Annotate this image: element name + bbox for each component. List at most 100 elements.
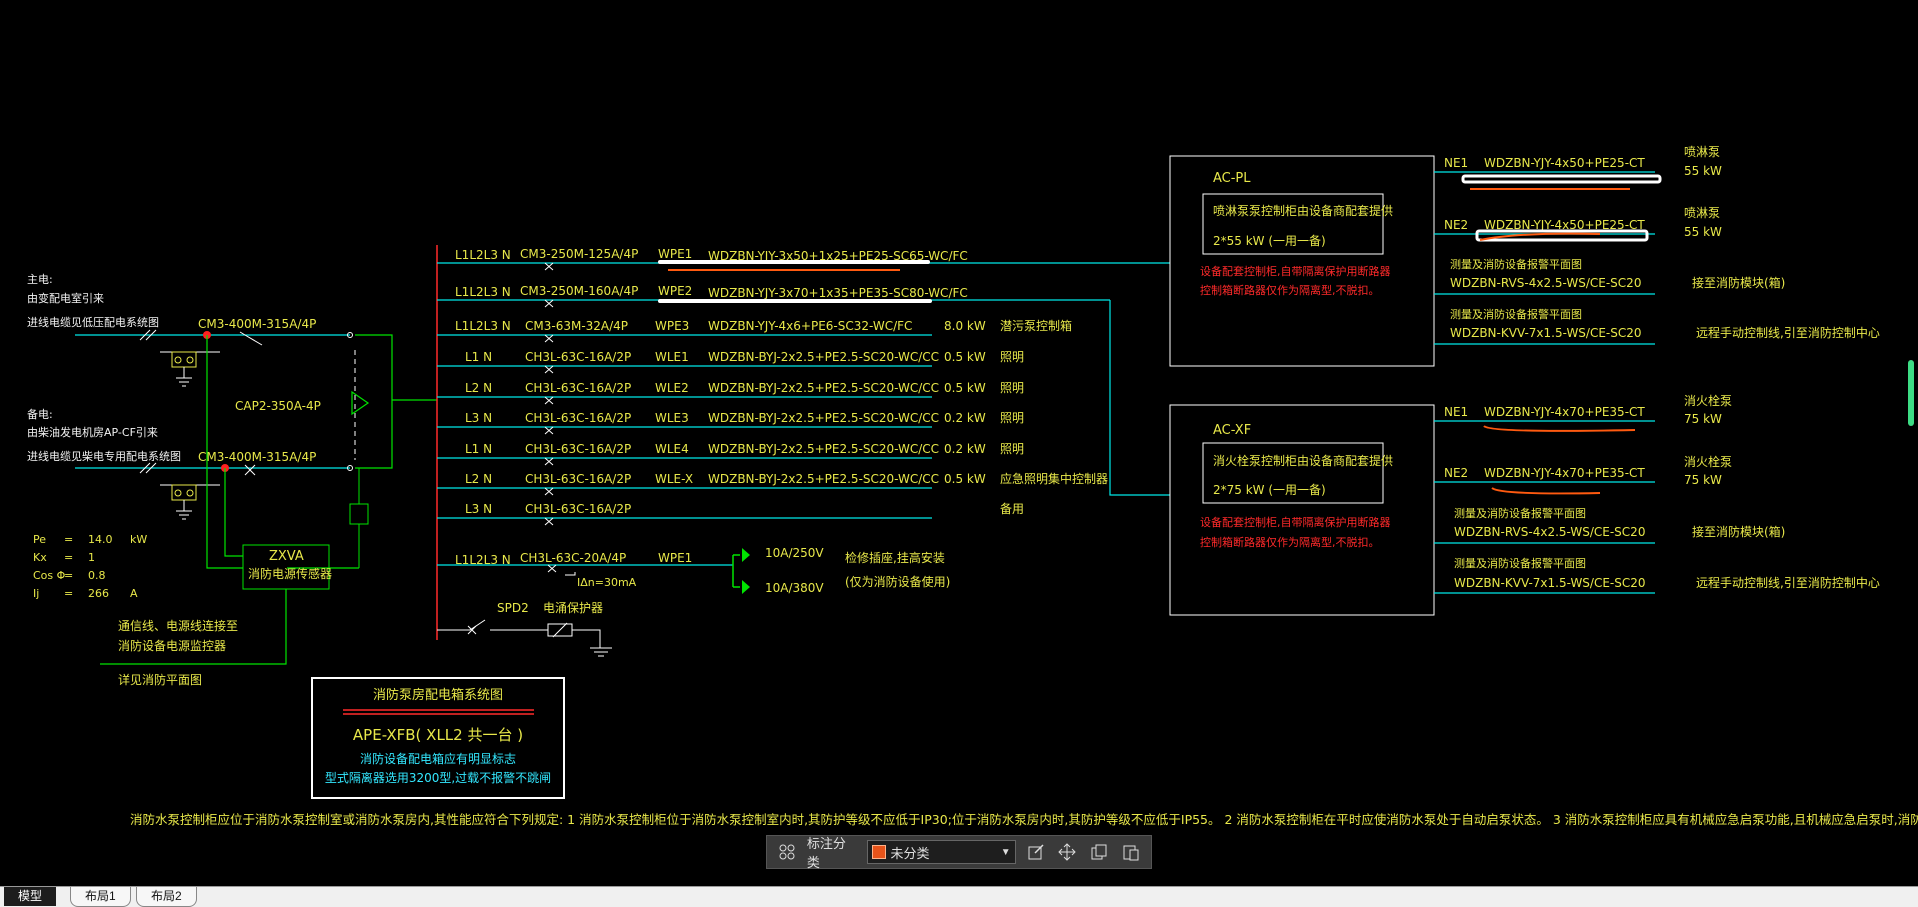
breaker-symbol (544, 396, 554, 405)
svg-text:设备配套控制柜,自带隔离保护用断路器: 设备配套控制柜,自带隔离保护用断路器 (1200, 515, 1391, 529)
chevron-down-icon: ▼ (1000, 846, 1011, 858)
source-section: 主电: 由变配电室引来 进线电缆见低压配电系统图 备电: 由柴油发电机房AP-C… (27, 273, 437, 687)
circuit-row-6[interactable]: L3 N CH3L-63C-16A/2P WLE3 WDZBN-BYJ-2x2.5+P… (437, 411, 1024, 435)
main-ct-box (171, 351, 197, 368)
feeder-to-xf (1109, 300, 1170, 496)
svg-text:A: A (130, 587, 138, 600)
svg-text:消防设备配电箱应有明显标志: 消防设备配电箱应有明显标志 (360, 751, 516, 766)
circuit-row-8[interactable]: L2 N CH3L-63C-16A/2P WLE-X WDZBN-BYJ-2x2.5+… (437, 471, 1108, 496)
edit-icon[interactable] (1024, 840, 1048, 864)
svg-text:kW: kW (130, 533, 147, 546)
load-value: 8.0 kW (944, 319, 986, 333)
svg-text:喷淋泵: 喷淋泵 (1684, 206, 1720, 220)
phase-label: L1L2L3 N (455, 319, 511, 333)
svg-text:L1L2L3 N: L1L2L3 N (455, 248, 511, 262)
svg-text:WPE2: WPE2 (658, 284, 692, 298)
cable-spec: WDZBN-BYJ-2x2.5+PE2.5-SC20-WC/CC (708, 442, 939, 456)
phase-label: L3 N (465, 502, 492, 516)
svg-text:IΔn=30mA: IΔn=30mA (577, 576, 637, 589)
svg-text:0.8: 0.8 (88, 569, 106, 582)
svg-text:喷淋泵: 喷淋泵 (1684, 145, 1720, 159)
svg-text:检修插座,挂高安装: 检修插座,挂高安装 (845, 550, 945, 565)
circuit-row-9[interactable]: L3 N CH3L-63C-16A/2P 备用 (437, 502, 1024, 526)
backup-source-line1: 由柴油发电机房AP-CF引来 (27, 425, 158, 439)
svg-text:WDZBN-YJY-4x70+PE35-CT: WDZBN-YJY-4x70+PE35-CT (1484, 405, 1645, 419)
monitor-title: ZXVA (269, 549, 304, 564)
svg-text:远程手动控制线,引至消防控制中心: 远程手动控制线,引至消防控制中心 (1696, 325, 1880, 340)
grid-menu-icon[interactable] (775, 840, 799, 864)
annotation-toolbar: 标注分类 未分类 ▼ (766, 835, 1152, 870)
circuit-row-2[interactable]: L1L2L3 N CM3-250M-160A/4P WPE2 WDZBN-YJY… (437, 284, 1110, 308)
phase-label: L2 N (465, 472, 492, 486)
copy-icon[interactable] (1087, 840, 1111, 864)
panel-ac-xf[interactable]: AC-XF 消火栓泵控制柜由设备商配套提供 2*75 kW (一用一备) 设备配… (1169, 393, 1880, 616)
svg-text:L1L2L3 N: L1L2L3 N (455, 553, 511, 567)
category-label: 标注分类 (806, 836, 846, 870)
circuit-row-7[interactable]: L1 N CH3L-63C-16A/2P WLE4 WDZBN-BYJ-2x2.5+P… (437, 442, 1024, 466)
load-desc: 照明 (1000, 411, 1024, 425)
spd-circuit[interactable]: SPD2 电涌保护器 (437, 601, 612, 657)
svg-text:CM3-250M-160A/4P: CM3-250M-160A/4P (520, 284, 638, 298)
breaker-symbol (544, 426, 554, 435)
load-value: 0.5 kW (944, 472, 986, 486)
tab-model[interactable]: 模型 (4, 887, 57, 906)
svg-text:CM3-250M-125A/4P: CM3-250M-125A/4P (520, 247, 638, 261)
breaker-label: CM3-63M-32A/4P (525, 319, 628, 333)
circuit-row-3[interactable]: L1L2L3 N CM3-63M-32A/4P WPE3 WDZBN-YJY-4x6+… (437, 318, 1072, 343)
circuit-id: WLE3 (655, 411, 689, 425)
cable-spec: WDZBN-BYJ-2x2.5+PE2.5-SC20-WC/CC (708, 350, 939, 364)
phase-label: L1 N (465, 350, 492, 364)
svg-text:WDZBN-YJY-3x70+1x35+PE35-SC80-: WDZBN-YJY-3x70+1x35+PE35-SC80-WC/FC (708, 286, 968, 300)
load-desc: 备用 (1000, 502, 1024, 516)
category-dropdown[interactable]: 未分类 ▼ (866, 840, 1016, 864)
category-color-swatch (871, 845, 886, 859)
tab-layout2[interactable]: 布局2 (136, 887, 197, 907)
svg-text:接至消防模块(箱): 接至消防模块(箱) (1692, 275, 1785, 290)
panel-ac-pl[interactable]: AC-PL 喷淋泵泵控制柜由设备商配套提供 2*55 kW (一用一备) 设备配… (1169, 145, 1880, 367)
title-block[interactable]: 消防泵房配电箱系统图 APE-XFB( XLL2 共一台 ) 消防设备配电箱应有… (311, 677, 565, 799)
svg-text:10A/250V: 10A/250V (765, 546, 824, 560)
svg-text:14.0: 14.0 (88, 533, 113, 546)
svg-text:NE2: NE2 (1444, 466, 1468, 480)
svg-text:电涌保护器: 电涌保护器 (543, 601, 603, 615)
circuit-id: WLE4 (655, 442, 689, 456)
cable-spec: WDZBN-BYJ-2x2.5+PE2.5-SC20-WC/CC (708, 381, 939, 395)
svg-text:消防泵房配电箱系统图: 消防泵房配电箱系统图 (373, 687, 503, 703)
main-source-line2: 进线电缆见低压配电系统图 (27, 315, 159, 329)
load-desc: 照明 (1000, 442, 1024, 456)
breaker-label: CH3L-63C-16A/2P (525, 350, 631, 364)
paste-icon[interactable] (1119, 840, 1143, 864)
svg-text:WDZBN-KVV-7x1.5-WS/CE-SC20: WDZBN-KVV-7x1.5-WS/CE-SC20 (1450, 326, 1642, 340)
ats-controller (349, 503, 369, 525)
cable-spec: WDZBN-BYJ-2x2.5+PE2.5-SC20-WC/CC (708, 411, 939, 425)
category-selected: 未分类 (890, 845, 930, 861)
svg-text:SPD2: SPD2 (497, 601, 529, 615)
circuit-row-5[interactable]: L2 N CH3L-63C-16A/2P WLE2 WDZBN-BYJ-2x2.5+P… (437, 381, 1024, 405)
breaker-label: CH3L-63C-16A/2P (525, 411, 631, 425)
vertical-scroll-indicator[interactable] (1908, 360, 1914, 426)
breaker-label: CH3L-63C-16A/2P (525, 502, 631, 516)
svg-text:Pe: Pe (33, 533, 46, 546)
svg-text:接至消防模块(箱): 接至消防模块(箱) (1692, 524, 1785, 539)
move-icon[interactable] (1055, 840, 1079, 864)
circuit-row-4[interactable]: L1 N CH3L-63C-16A/2P WLE1 WDZBN-BYJ-2x2.5+P… (437, 350, 1024, 374)
svg-text:55 kW: 55 kW (1684, 164, 1722, 178)
svg-text:消火栓泵控制柜由设备商配套提供: 消火栓泵控制柜由设备商配套提供 (1213, 453, 1393, 468)
breaker-symbol (544, 457, 554, 466)
circuit-id: WLE-X (655, 472, 693, 486)
svg-text:=: = (64, 569, 73, 582)
cad-drawing-canvas[interactable]: 主电: 由变配电室引来 进线电缆见低压配电系统图 备电: 由柴油发电机房AP-C… (0, 0, 1918, 886)
load-desc: 潜污泵控制箱 (1000, 318, 1072, 333)
svg-text:测量及消防设备报警平面图: 测量及消防设备报警平面图 (1450, 257, 1582, 271)
svg-text:NE1: NE1 (1444, 405, 1468, 419)
svg-text:AC-PL: AC-PL (1213, 171, 1251, 186)
socket-circuit[interactable]: L1L2L3 N CH3L-63C-20A/4P IΔn=30mA WPE1 1… (437, 546, 950, 595)
main-breaker-symbol (239, 331, 263, 346)
phase-label: L1 N (465, 442, 492, 456)
svg-text:NE2: NE2 (1444, 218, 1468, 232)
tab-layout1[interactable]: 布局1 (70, 887, 131, 907)
breaker-label: CH3L-63C-16A/2P (525, 472, 631, 486)
svg-text:266: 266 (88, 587, 109, 600)
circuit-row-1[interactable]: L1L2L3 N CM3-250M-125A/4P WPE1 WDZBN-YJY… (437, 247, 1170, 271)
main-breaker-label: CM3-400M-315A/4P (198, 317, 316, 331)
